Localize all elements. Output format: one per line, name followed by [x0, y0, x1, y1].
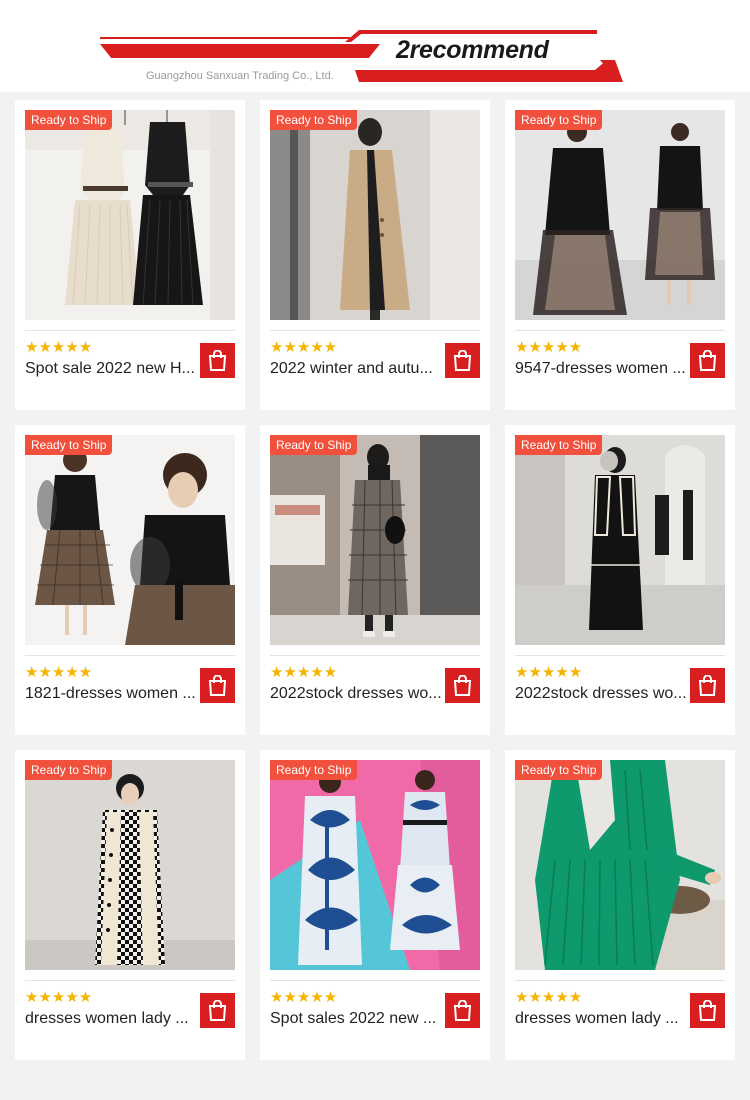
add-to-cart-button[interactable]	[690, 668, 725, 703]
product-title[interactable]: dresses women lady ...	[515, 1010, 687, 1028]
product-image[interactable]	[270, 435, 480, 645]
divider	[25, 980, 235, 981]
shopping-bag-icon	[698, 675, 717, 696]
shopping-bag-icon	[208, 675, 227, 696]
ready-to-ship-badge: Ready to Ship	[25, 110, 113, 130]
header-banner: 2recommend Guangzhou Sanxuan Trading Co.…	[0, 0, 750, 92]
ready-to-ship-badge: Ready to Ship	[515, 110, 603, 130]
product-title[interactable]: 9547-dresses women ...	[515, 360, 687, 378]
product-title[interactable]: 2022 winter and autu...	[270, 360, 442, 378]
section-title: 2recommend	[396, 36, 549, 64]
star-icon: ★★★★★	[515, 338, 583, 356]
product-title[interactable]: Spot sales 2022 new ...	[270, 1010, 442, 1028]
add-to-cart-button[interactable]	[445, 343, 480, 378]
company-name: Guangzhou Sanxuan Trading Co., Ltd.	[146, 70, 334, 82]
star-icon: ★★★★★	[270, 338, 338, 356]
product-title[interactable]: 2022stock dresses wo...	[270, 685, 442, 703]
ready-to-ship-badge: Ready to Ship	[25, 435, 113, 455]
rating-stars: ★★★★★	[270, 990, 337, 1005]
divider	[270, 655, 480, 656]
product-title[interactable]: dresses women lady ...	[25, 1010, 197, 1028]
shopping-bag-icon	[698, 1000, 717, 1021]
rating-stars: ★★★★★	[270, 665, 337, 680]
add-to-cart-button[interactable]	[690, 343, 725, 378]
star-icon: ★★★★★	[25, 338, 93, 356]
star-icon: ★★★★★	[515, 663, 583, 681]
add-to-cart-button[interactable]	[200, 993, 235, 1028]
star-icon: ★★★★★	[515, 988, 583, 1006]
header-accent-line	[100, 37, 350, 39]
divider	[25, 655, 235, 656]
shopping-bag-icon	[453, 675, 472, 696]
rating-stars: ★★★★★	[270, 340, 337, 355]
divider	[515, 980, 725, 981]
shopping-bag-icon	[698, 350, 717, 371]
product-image[interactable]	[270, 760, 480, 970]
add-to-cart-button[interactable]	[200, 668, 235, 703]
ready-to-ship-badge: Ready to Ship	[25, 760, 113, 780]
divider	[25, 330, 235, 331]
add-to-cart-button[interactable]	[445, 668, 480, 703]
ready-to-ship-badge: Ready to Ship	[270, 435, 358, 455]
divider	[270, 980, 480, 981]
product-image[interactable]	[25, 110, 235, 320]
star-icon: ★★★★★	[270, 663, 338, 681]
rating-stars: ★★★★★	[25, 340, 92, 355]
add-to-cart-button[interactable]	[445, 993, 480, 1028]
product-card[interactable]: Ready to Ship ★★★★★ 9547-dresses women .…	[505, 100, 735, 410]
product-card[interactable]: Ready to Ship ★★★★★ 2022stock dresses wo…	[505, 425, 735, 735]
product-card[interactable]: Ready to Ship ★★★★★ 2022 winter and autu…	[260, 100, 490, 410]
ready-to-ship-badge: Ready to Ship	[270, 760, 358, 780]
product-card[interactable]: Ready to Ship ★★★★★ dresses women lady .…	[15, 750, 245, 1060]
star-icon: ★★★★★	[25, 663, 93, 681]
rating-stars: ★★★★★	[515, 340, 582, 355]
ready-to-ship-badge: Ready to Ship	[515, 760, 603, 780]
ready-to-ship-badge: Ready to Ship	[270, 110, 358, 130]
divider	[270, 330, 480, 331]
add-to-cart-button[interactable]	[200, 343, 235, 378]
product-image[interactable]	[25, 435, 235, 645]
ready-to-ship-badge: Ready to Ship	[515, 435, 603, 455]
rating-stars: ★★★★★	[515, 665, 582, 680]
product-card[interactable]: Ready to Ship ★★★★★ dresses women lady .…	[505, 750, 735, 1060]
shopping-bag-icon	[453, 350, 472, 371]
product-card[interactable]: Ready to Ship ★★★★★ 2022stock dresses wo…	[260, 425, 490, 735]
shopping-bag-icon	[453, 1000, 472, 1021]
product-title[interactable]: Spot sale 2022 new H...	[25, 360, 197, 378]
product-card[interactable]: Ready to Ship ★★★★★ 1821-dresses women .…	[15, 425, 245, 735]
product-card[interactable]: Ready to Ship ★★★★★ Spot sale 2022 new H…	[15, 100, 245, 410]
divider	[515, 655, 725, 656]
shopping-bag-icon	[208, 350, 227, 371]
star-icon: ★★★★★	[25, 988, 93, 1006]
rating-stars: ★★★★★	[25, 665, 92, 680]
product-image[interactable]	[515, 760, 725, 970]
product-title[interactable]: 2022stock dresses wo...	[515, 685, 687, 703]
rating-stars: ★★★★★	[515, 990, 582, 1005]
add-to-cart-button[interactable]	[690, 993, 725, 1028]
product-image[interactable]	[270, 110, 480, 320]
header-accent-bar	[100, 44, 380, 58]
product-title[interactable]: 1821-dresses women ...	[25, 685, 197, 703]
star-icon: ★★★★★	[270, 988, 338, 1006]
product-image[interactable]	[25, 760, 235, 970]
product-card[interactable]: Ready to Ship ★★★★★ Spot sales 2022 new …	[260, 750, 490, 1060]
rating-stars: ★★★★★	[25, 990, 92, 1005]
product-image[interactable]	[515, 435, 725, 645]
product-image[interactable]	[515, 110, 725, 320]
divider	[515, 330, 725, 331]
shopping-bag-icon	[208, 1000, 227, 1021]
